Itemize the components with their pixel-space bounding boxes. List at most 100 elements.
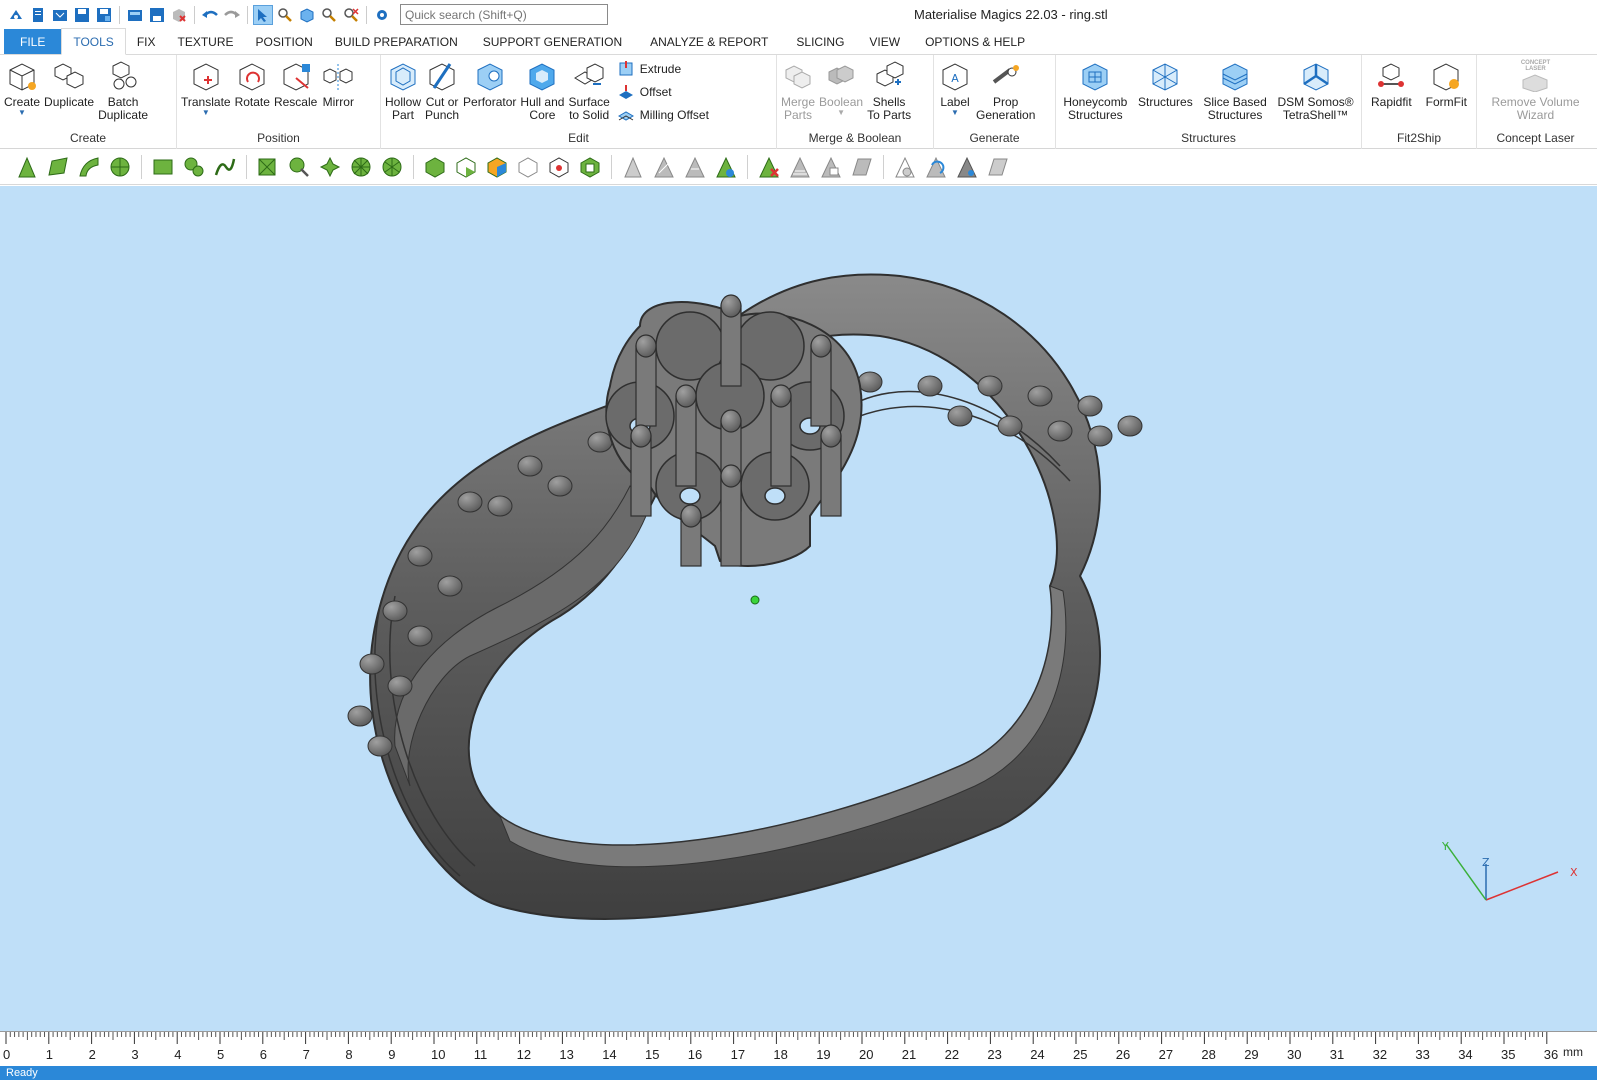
tab-texture[interactable]: TEXTURE [166, 29, 244, 54]
save-as-icon[interactable] [94, 5, 114, 25]
shrink-marked-icon[interactable] [985, 154, 1011, 180]
ruler-tick-label: 15 [645, 1047, 659, 1062]
expand-selection-icon[interactable] [286, 154, 312, 180]
mark-color-icon[interactable] [484, 154, 510, 180]
unmark-surface-icon[interactable] [682, 154, 708, 180]
surface-to-solid-button[interactable]: Surface to Solid [566, 57, 611, 131]
import-part-icon[interactable] [50, 5, 70, 25]
close-part-icon[interactable] [169, 5, 189, 25]
tab-fix[interactable]: FIX [126, 29, 167, 54]
rapidfit-button[interactable]: Rapidfit [1369, 57, 1414, 131]
load-project-icon[interactable] [125, 5, 145, 25]
mark-errors-icon[interactable] [546, 154, 572, 180]
save-icon[interactable] [72, 5, 92, 25]
formfit-button[interactable]: FormFit [1424, 57, 1469, 131]
shells-to-parts-button[interactable]: Shells To Parts [865, 57, 913, 131]
structures-label: Structures [1138, 95, 1193, 109]
mark-part-icon[interactable] [422, 154, 448, 180]
unmark-shell-icon[interactable] [713, 154, 739, 180]
label-dropdown-caret[interactable]: ▼ [951, 109, 959, 117]
zoom-part-icon[interactable] [297, 5, 317, 25]
rotate-button[interactable]: Rotate [233, 57, 272, 131]
structures-button[interactable]: Structures [1136, 57, 1195, 131]
tetrashell-button[interactable]: DSM Somos® TetraShell™ [1275, 57, 1355, 131]
polyline-select-icon[interactable] [212, 154, 238, 180]
settings-gear-icon[interactable] [372, 5, 392, 25]
milling-offset-button[interactable]: Milling Offset [616, 105, 709, 125]
redo-icon[interactable] [222, 5, 242, 25]
remove-volume-wizard-button[interactable]: CONCEPT LASER Remove Volume Wizard [1489, 57, 1581, 131]
mark-shell-icon[interactable] [453, 154, 479, 180]
create-button[interactable]: Create ▼ [2, 57, 42, 131]
zoom-window-icon[interactable] [275, 5, 295, 25]
boolean-dropdown-caret[interactable]: ▼ [837, 109, 845, 117]
quick-search-input[interactable] [400, 4, 608, 25]
translate-dropdown-caret[interactable]: ▼ [202, 109, 210, 117]
grow-marked-icon[interactable] [954, 154, 980, 180]
tab-support-generation[interactable]: SUPPORT GENERATION [469, 29, 636, 54]
lasso-select-icon[interactable] [181, 154, 207, 180]
invert-marked-icon[interactable] [923, 154, 949, 180]
select-triangle-icon[interactable] [14, 154, 40, 180]
perforator-button[interactable]: Perforator [461, 57, 518, 131]
unmark-plane-icon[interactable] [651, 154, 677, 180]
unmark-part-icon[interactable] [515, 154, 541, 180]
slice-based-structures-button[interactable]: Slice Based Structures [1201, 57, 1268, 131]
group-create: Create ▼ Duplicate Batch Duplicate Creat… [0, 55, 177, 149]
hull-and-core-button[interactable]: Hull and Core [518, 57, 566, 131]
tab-build-preparation[interactable]: BUILD PREPARATION [324, 29, 469, 54]
select-shell-icon[interactable] [107, 154, 133, 180]
3d-viewport[interactable]: X Z Y [0, 186, 1597, 1031]
honeycomb-structures-button[interactable]: Honeycomb Structures [1061, 57, 1129, 131]
translate-button[interactable]: Translate ▼ [179, 57, 233, 131]
mirror-button[interactable]: Mirror [319, 57, 357, 131]
show-marked-icon[interactable] [818, 154, 844, 180]
unmark-triangle-icon[interactable] [620, 154, 646, 180]
create-dropdown-caret[interactable]: ▼ [18, 109, 26, 117]
tab-options-help[interactable]: OPTIONS & HELP [911, 29, 1039, 54]
delete-marked-icon[interactable] [849, 154, 875, 180]
merge-parts-button[interactable]: Merge Parts [779, 57, 817, 131]
brush-select-icon[interactable] [255, 154, 281, 180]
shrink-selection-icon[interactable] [317, 154, 343, 180]
structures-lattice-icon [1148, 59, 1182, 93]
offset-button[interactable]: Offset [616, 82, 709, 102]
unmark-all-icon[interactable] [756, 154, 782, 180]
window-select-icon[interactable] [150, 154, 176, 180]
view-marked-icon[interactable] [892, 154, 918, 180]
zoom-icon[interactable] [319, 5, 339, 25]
duplicate-button[interactable]: Duplicate [42, 57, 96, 131]
tab-tools[interactable]: TOOLS [61, 28, 126, 55]
hollow-part-label: Hollow Part [385, 95, 422, 122]
app-logo-icon[interactable] [6, 5, 26, 25]
undo-icon[interactable] [200, 5, 220, 25]
tab-file[interactable]: FILE [4, 29, 62, 54]
label-button[interactable]: A Label ▼ [936, 57, 974, 131]
tab-slicing[interactable]: SLICING [782, 29, 858, 54]
ruler-tick-label: 21 [902, 1047, 916, 1062]
tab-view[interactable]: VIEW [858, 29, 911, 54]
tab-position[interactable]: POSITION [245, 29, 324, 54]
mark-surfaces-icon[interactable] [577, 154, 603, 180]
hollow-part-button[interactable]: Hollow Part [383, 57, 423, 131]
extrude-button[interactable]: Extrude [616, 59, 709, 79]
toolbar-separator [883, 155, 884, 179]
save-project-icon[interactable] [147, 5, 167, 25]
prop-generation-button[interactable]: Prop Generation [974, 57, 1037, 131]
select-surface-icon[interactable] [76, 154, 102, 180]
ring-3d-model[interactable] [0, 186, 1597, 1031]
new-file-icon[interactable] [28, 5, 48, 25]
select-part-icon[interactable] [253, 4, 273, 25]
batch-duplicate-button[interactable]: Batch Duplicate [96, 57, 150, 131]
boolean-button[interactable]: Boolean ▼ [817, 57, 865, 131]
select-plane-icon[interactable] [45, 154, 71, 180]
tab-analyze-report[interactable]: ANALYZE & REPORT [636, 29, 782, 54]
zoom-fit-icon[interactable] [341, 5, 361, 25]
hide-marked-icon[interactable] [787, 154, 813, 180]
prop-generation-icon [989, 59, 1023, 93]
invert-selection-icon[interactable] [379, 154, 405, 180]
select-all-icon[interactable] [348, 154, 374, 180]
rescale-button[interactable]: Rescale [272, 57, 319, 131]
ruler-tick-label: 17 [731, 1047, 745, 1062]
cut-or-punch-button[interactable]: Cut or Punch [423, 57, 461, 131]
